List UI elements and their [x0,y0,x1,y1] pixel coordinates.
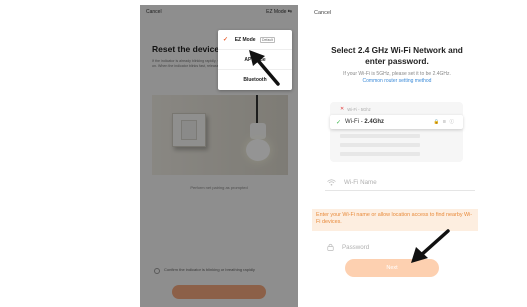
cross-icon: ✕ [340,106,345,112]
check-icon: ✓ [336,119,342,126]
tutorial-stage: Cancel EZ Mode ⇆ Reset the device fir If… [0,0,527,307]
menu-item-label: EZ Mode [234,36,256,43]
password-input[interactable]: Password [325,239,475,255]
wifi-name-input[interactable]: Wi-Fi Name [325,175,475,191]
menu-item-bluetooth[interactable]: Bluetooth [218,70,292,90]
lock-wifi-info-icons: 🔒 ≋ ⓘ [433,119,455,124]
placeholder-bar [340,152,420,156]
wifi-name-placeholder: Wi-Fi Name [344,179,377,186]
menu-item-label: AP Mode [244,56,266,63]
network-24ghz-label: Wi-Fi - 2.4Ghz [345,119,384,125]
menu-item-label: Bluetooth [243,77,267,83]
router-settings-link[interactable]: Common router setting method [309,78,485,85]
default-badge: Default [259,36,276,43]
placeholder-bar [340,143,420,147]
wifi-subtitle: If your Wi-Fi is 5GHz, please set it to … [309,71,485,84]
placeholder-bar [340,134,420,138]
right-cancel-button[interactable]: Cancel [314,10,331,16]
network-24ghz-row: ✓ Wi-Fi - 2.4Ghz 🔒 ≋ ⓘ [330,115,463,129]
lock-icon [327,243,334,251]
network-24ghz-band: 2.4Ghz [364,119,385,125]
menu-item-ez-mode[interactable]: ✓ EZ Mode Default [218,30,292,50]
network-5ghz-label: Wi-Fi - 5Ghz [347,106,371,112]
pairing-mode-menu: ✓ EZ Mode Default AP Mode Bluetooth [218,30,292,90]
checkmark-icon: ✓ [223,37,229,43]
network-illustration-card: ✕ Wi-Fi - 5Ghz ✓ Wi-Fi - 2.4Ghz 🔒 ≋ ⓘ [330,102,463,162]
password-placeholder: Password [342,243,370,251]
network-5ghz-row: ✕ Wi-Fi - 5Ghz [340,106,371,112]
wifi-page-title: Select 2.4 GHz Wi-Fi Network and enter p… [309,45,485,67]
wifi-icon [327,179,336,186]
location-warning: Enter your Wi-Fi name or allow location … [312,209,478,231]
title-line-2: enter password. [365,56,429,66]
right-phone-screen: Cancel Select 2.4 GHz Wi-Fi Network and … [309,5,485,307]
menu-item-ap-mode[interactable]: AP Mode [218,50,292,70]
next-button[interactable]: Next [345,259,439,277]
network-24ghz-prefix: Wi-Fi - [345,119,365,125]
title-line-1: Select 2.4 GHz Wi-Fi Network and [331,45,463,55]
